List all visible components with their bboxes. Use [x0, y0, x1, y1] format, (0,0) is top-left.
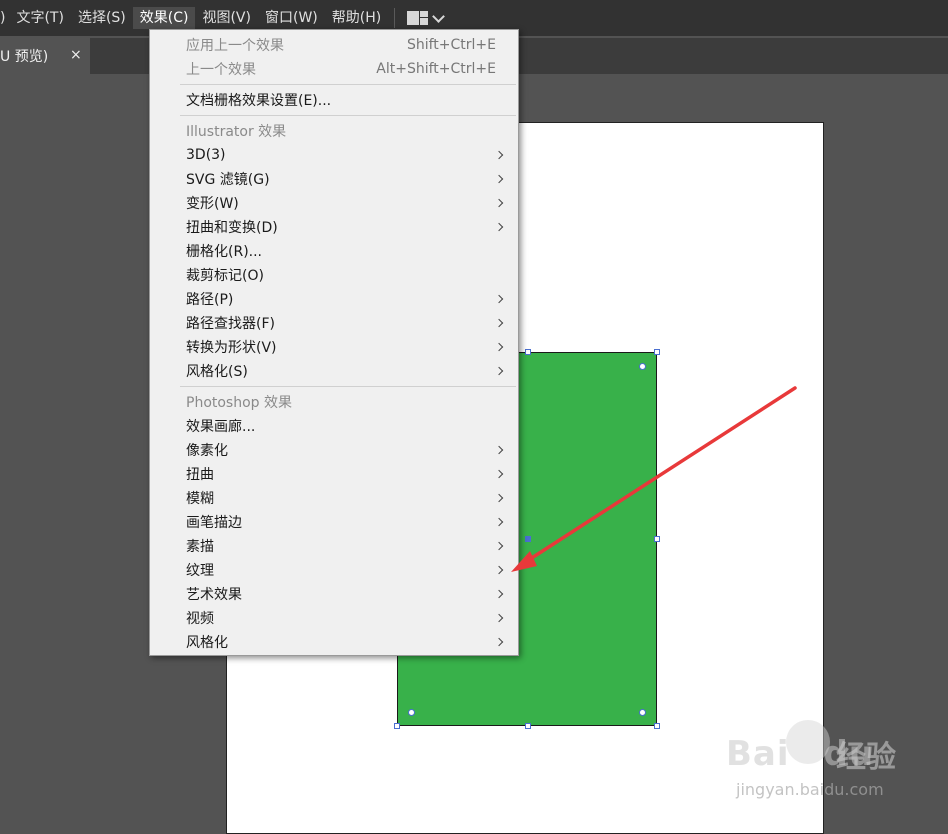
baidu-jingyan-watermark: Bai du 经验 jingyan.baidu.com	[726, 718, 946, 818]
watermark-product: 经验	[836, 740, 896, 775]
annotation-arrow	[511, 386, 797, 572]
watermark-url: jingyan.baidu.com	[736, 780, 884, 799]
